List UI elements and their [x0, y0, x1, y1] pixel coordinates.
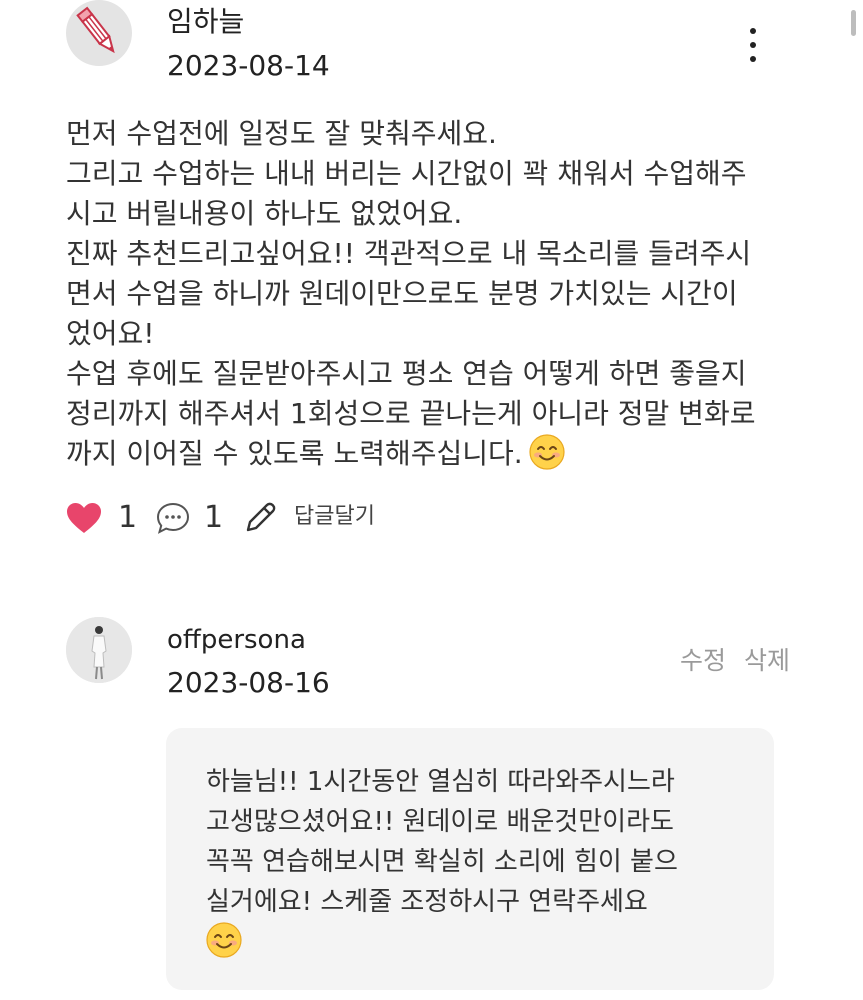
review-line: 먼저 수업전에 일정도 잘 맞춰주세요. [66, 117, 497, 150]
more-dot [750, 42, 756, 48]
smiling-face-emoji [529, 434, 565, 470]
review-line-last: 까지 이어질 수 있도록 노력해주십니다. [66, 434, 806, 474]
owner-reply-line: 실거에요! 스케줄 조정하시구 연락주세요 [206, 887, 648, 917]
person-photo-icon [66, 617, 132, 683]
pencil-icon [76, 6, 115, 54]
owner-reply-line: 고생많으셨어요!! 원데이로 배운것만이라도 [206, 807, 674, 837]
delete-reply-button[interactable]: 삭제 [744, 644, 790, 678]
review-date: 2023-08-14 [167, 49, 330, 82]
review-body: 먼저 수업전에 일정도 잘 맞춰주세요. 그리고 수업하는 내내 버리는 시간없… [66, 114, 806, 474]
write-reply-label: 답글달기 [294, 504, 375, 529]
owner-reply-bubble: 하늘님!! 1시간동안 열심히 따라와주시느라 고생많으셨어요!! 원데이로 배… [166, 728, 774, 990]
review-line: 시고 버릴내용이 하나도 없었어요. [66, 197, 463, 230]
owner-reply-date: 2023-08-16 [167, 666, 330, 699]
like-count: 1 [118, 500, 138, 535]
comment-bubble-icon [156, 502, 190, 534]
smiling-face-emoji [206, 922, 242, 958]
write-reply-button[interactable]: 답글달기 [244, 498, 404, 538]
review-line: 면서 수업을 하니까 원데이만으로도 분명 가치있는 시간이 [66, 277, 738, 310]
review-line: 수업 후에도 질문받아주시고 평소 연습 어떻게 하면 좋을지 [66, 357, 747, 390]
owner-name: offpersona [167, 625, 306, 655]
reviewer-avatar[interactable] [66, 0, 132, 66]
edit-reply-button[interactable]: 수정 [680, 644, 726, 678]
reviewer-name: 임하늘 [167, 5, 245, 38]
owner-reply-emoji-line [206, 922, 678, 963]
scrollbar[interactable] [851, 10, 856, 36]
comment-button[interactable]: 1 [156, 498, 246, 538]
owner-reply-line: 하늘님!! 1시간동안 열심히 따라와주시느라 [206, 767, 675, 797]
comment-count: 1 [204, 500, 224, 535]
review-line: 었어요! [66, 317, 155, 350]
review-line: 진짜 추천드리고싶어요!! 객관적으로 내 목소리를 들려주시 [66, 237, 752, 270]
review-line: 그리고 수업하는 내내 버리는 시간없이 꽉 채워서 수업해주 [66, 157, 747, 190]
owner-reply-line: 꼭꼭 연습해보시면 확실히 소리에 힘이 붙으 [206, 847, 678, 877]
heart-icon [67, 503, 101, 533]
more-vertical-icon [750, 28, 756, 34]
review-page: 임하늘 2023-08-14 먼저 수업전에 일정도 잘 맞춰주세요. 그리고 … [0, 0, 863, 1000]
review-line: 정리까지 해주셔서 1회성으로 끝나는게 아니라 정말 변화로 [66, 397, 756, 430]
more-dot [750, 56, 756, 62]
owner-avatar[interactable] [66, 617, 132, 683]
like-button[interactable]: 1 [66, 498, 156, 538]
pencil-icon [246, 502, 276, 532]
owner-reply-text: 하늘님!! 1시간동안 열심히 따라와주시느라 고생많으셨어요!! 원데이로 배… [206, 762, 678, 963]
more-options-button[interactable] [738, 26, 768, 66]
review-line-text: 까지 이어질 수 있도록 노력해주십니다. [66, 437, 523, 470]
